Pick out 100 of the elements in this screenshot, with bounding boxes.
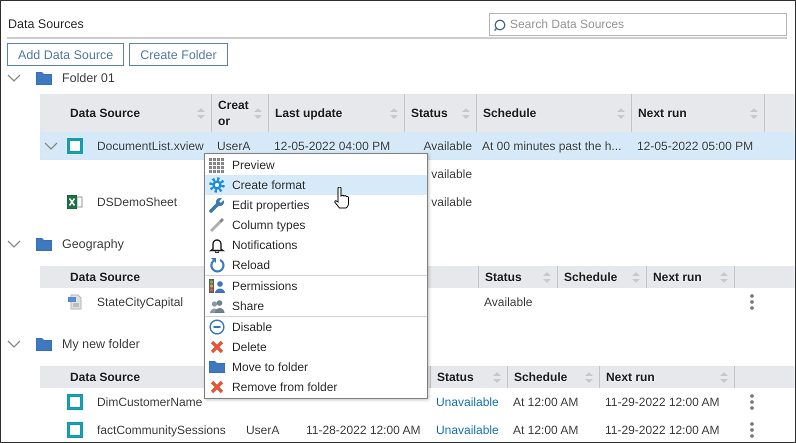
creator-cell-text: UserA bbox=[245, 423, 280, 437]
menu-item[interactable]: Column types bbox=[205, 215, 427, 235]
status-cell-text: Unavailable bbox=[435, 395, 500, 409]
folder-name[interactable]: Geography bbox=[62, 237, 124, 251]
users-icon bbox=[209, 298, 225, 314]
menu-item-label[interactable]: Disable bbox=[232, 320, 272, 334]
sort-icon[interactable] bbox=[493, 372, 501, 382]
toolbar-button[interactable]: Add Data Source bbox=[7, 43, 124, 66]
column-header[interactable]: Last update bbox=[275, 105, 386, 121]
minus-circle-icon bbox=[209, 319, 225, 335]
menu-item-label[interactable]: Edit properties bbox=[232, 198, 310, 212]
next-run-cell-text: 11-29-2022 12:00 AM bbox=[604, 395, 721, 409]
menu-item[interactable]: Permissions bbox=[205, 276, 427, 296]
schedule-cell-text: At 12:00 AM bbox=[512, 423, 580, 437]
menu-item-label[interactable]: Share bbox=[232, 299, 264, 313]
status-cell-text: Unavailable bbox=[435, 423, 500, 437]
sort-icon[interactable] bbox=[254, 108, 262, 118]
square-icon bbox=[67, 394, 83, 410]
grid-icon bbox=[209, 157, 225, 173]
menu-item-label[interactable]: Notifications bbox=[232, 238, 298, 252]
menu-item[interactable]: Move to folder bbox=[205, 357, 427, 377]
last-update-cell-text: 11-28-2022 12:00 AM bbox=[305, 423, 422, 437]
search-field[interactable]: Search Data Sources bbox=[489, 12, 787, 36]
column-header[interactable]: Next run bbox=[638, 105, 746, 121]
permissions-icon bbox=[209, 278, 225, 294]
column-header[interactable]: Next run bbox=[653, 269, 716, 285]
folder-name[interactable]: My new folder bbox=[62, 337, 140, 351]
sort-icon[interactable] bbox=[543, 272, 551, 282]
folder-name[interactable]: Folder 01 bbox=[62, 71, 115, 85]
menu-item[interactable]: Remove from folder bbox=[205, 377, 427, 397]
folder-icon bbox=[36, 337, 52, 351]
menu-item-label[interactable]: Move to folder bbox=[232, 360, 308, 374]
sort-icon[interactable] bbox=[632, 272, 640, 282]
settings-icon bbox=[209, 177, 225, 193]
more-options-icon[interactable] bbox=[750, 294, 754, 310]
menu-item-label[interactable]: Column types bbox=[232, 218, 306, 232]
menu-item-label[interactable]: Create format bbox=[232, 178, 306, 192]
menu-item-label[interactable]: Preview bbox=[232, 158, 275, 172]
menu-item[interactable]: Notifications bbox=[205, 235, 427, 255]
close-icon bbox=[209, 379, 225, 395]
column-header[interactable]: Status bbox=[485, 269, 539, 285]
chevron-down-icon[interactable] bbox=[7, 72, 21, 84]
selected-row[interactable]: DocumentList.xview UserA 12-05-2022 04:00 PM Available At 00 minutes past the h... 12-05-2022 05:00 PM bbox=[40, 132, 795, 160]
close-icon bbox=[209, 339, 225, 355]
hand-cursor-icon bbox=[333, 187, 350, 210]
menu-item[interactable]: Delete bbox=[205, 337, 427, 357]
data-source-name[interactable]: StateCityCapital bbox=[97, 295, 184, 309]
schedule-cell-text: At 00 minutes past the h... bbox=[481, 139, 622, 153]
menu-item[interactable]: Share bbox=[205, 296, 427, 316]
data-source-name[interactable]: DSDemoSheet bbox=[97, 195, 178, 209]
column-header[interactable]: Status bbox=[437, 369, 489, 385]
folder-icon bbox=[209, 359, 225, 375]
sort-icon[interactable] bbox=[720, 372, 728, 382]
menu-item-label[interactable]: Delete bbox=[232, 340, 267, 354]
sort-icon[interactable] bbox=[390, 108, 398, 118]
menu-item-label[interactable]: Remove from folder bbox=[232, 380, 338, 394]
column-header[interactable]: Schedule bbox=[514, 369, 581, 385]
reload-icon bbox=[209, 257, 225, 273]
data-source-name[interactable]: DocumentList.xview bbox=[97, 139, 204, 153]
spreadsheet-icon bbox=[67, 194, 83, 210]
data-source-name[interactable]: factCommunitySessions bbox=[97, 423, 226, 437]
sort-icon[interactable] bbox=[462, 108, 470, 118]
menu-item[interactable]: Create format bbox=[205, 175, 427, 195]
menu-item[interactable]: Edit properties bbox=[205, 195, 427, 215]
sort-icon[interactable] bbox=[197, 108, 205, 118]
next-run-cell-text: 12-05-2022 05:00 PM bbox=[636, 139, 754, 153]
more-options-icon[interactable] bbox=[750, 394, 754, 410]
column-header[interactable]: Schedule bbox=[564, 269, 628, 285]
bell-icon bbox=[209, 237, 225, 253]
chevron-down-icon[interactable] bbox=[44, 140, 58, 152]
sort-icon[interactable] bbox=[750, 108, 758, 118]
folder-icon bbox=[36, 71, 52, 85]
data-source-name[interactable]: DimCustomerName bbox=[97, 395, 202, 409]
menu-item[interactable]: Reload bbox=[205, 255, 427, 275]
square-icon bbox=[67, 138, 83, 154]
square-icon bbox=[67, 422, 83, 438]
folder-icon bbox=[36, 237, 52, 251]
column-header[interactable]: Status bbox=[411, 105, 458, 121]
pencil-icon bbox=[209, 217, 225, 233]
wrench-icon bbox=[209, 197, 225, 213]
column-header[interactable]: Next run bbox=[606, 369, 716, 385]
toolbar-button[interactable]: Create Folder bbox=[129, 43, 228, 66]
column-header[interactable]: Creator bbox=[218, 97, 250, 129]
menu-item[interactable]: Disable bbox=[205, 317, 427, 337]
chevron-down-icon[interactable] bbox=[7, 338, 21, 350]
last-update-cell-text: 12-05-2022 04:00 PM bbox=[273, 139, 392, 153]
menu-item-label[interactable]: Permissions bbox=[232, 279, 298, 293]
column-header[interactable]: Data Source bbox=[70, 105, 193, 121]
status-cell-text: vailable bbox=[430, 195, 473, 209]
sort-icon[interactable] bbox=[720, 272, 728, 282]
column-header[interactable]: Schedule bbox=[483, 105, 613, 121]
sort-icon[interactable] bbox=[585, 372, 593, 382]
chevron-down-icon[interactable] bbox=[7, 238, 21, 250]
schedule-cell-text: At 12:00 AM bbox=[512, 395, 580, 409]
page-title: Data Sources bbox=[7, 16, 84, 31]
menu-item-label[interactable]: Reload bbox=[232, 258, 270, 272]
more-options-icon[interactable] bbox=[750, 422, 754, 438]
sort-icon[interactable] bbox=[617, 108, 625, 118]
search-icon bbox=[494, 18, 506, 30]
status-cell-text: Available bbox=[483, 295, 534, 309]
